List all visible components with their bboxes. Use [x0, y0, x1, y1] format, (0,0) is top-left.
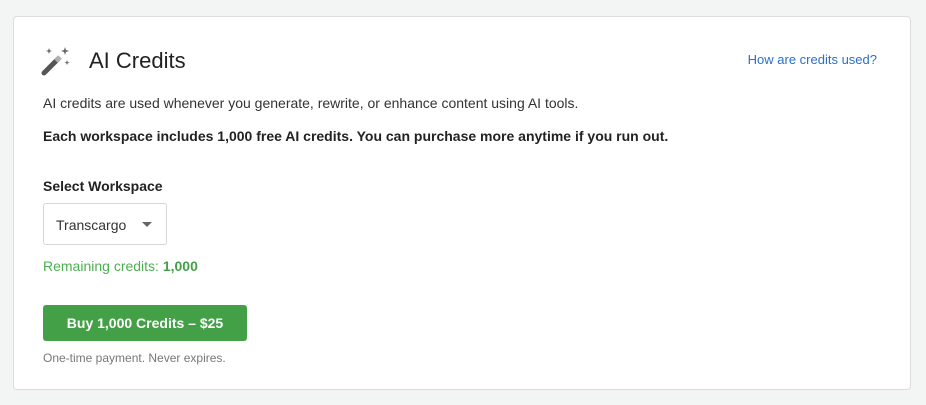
how-credits-used-link[interactable]: How are credits used? — [748, 52, 877, 68]
payment-note: One-time payment. Never expires. — [43, 351, 226, 365]
select-workspace-label: Select Workspace — [43, 178, 163, 194]
buy-credits-button[interactable]: Buy 1,000 Credits – $25 — [43, 305, 247, 341]
workspace-select[interactable]: Transcargo — [43, 203, 167, 245]
workspace-select-value: Transcargo — [56, 217, 127, 233]
free-credits-text: Each workspace includes 1,000 free AI cr… — [43, 128, 669, 144]
remaining-credits-value: 1,000 — [162, 258, 198, 274]
chevron-down-icon — [142, 222, 152, 227]
magic-wand-icon — [39, 44, 73, 78]
page-title: AI Credits — [89, 48, 186, 73]
ai-credits-card: AI Credits How are credits used? AI cred… — [13, 16, 911, 390]
remaining-credits-label: Remaining credits: — [43, 258, 163, 274]
description-text: AI credits are used whenever you generat… — [43, 95, 579, 111]
remaining-credits: Remaining credits: 1,000 — [43, 257, 198, 275]
